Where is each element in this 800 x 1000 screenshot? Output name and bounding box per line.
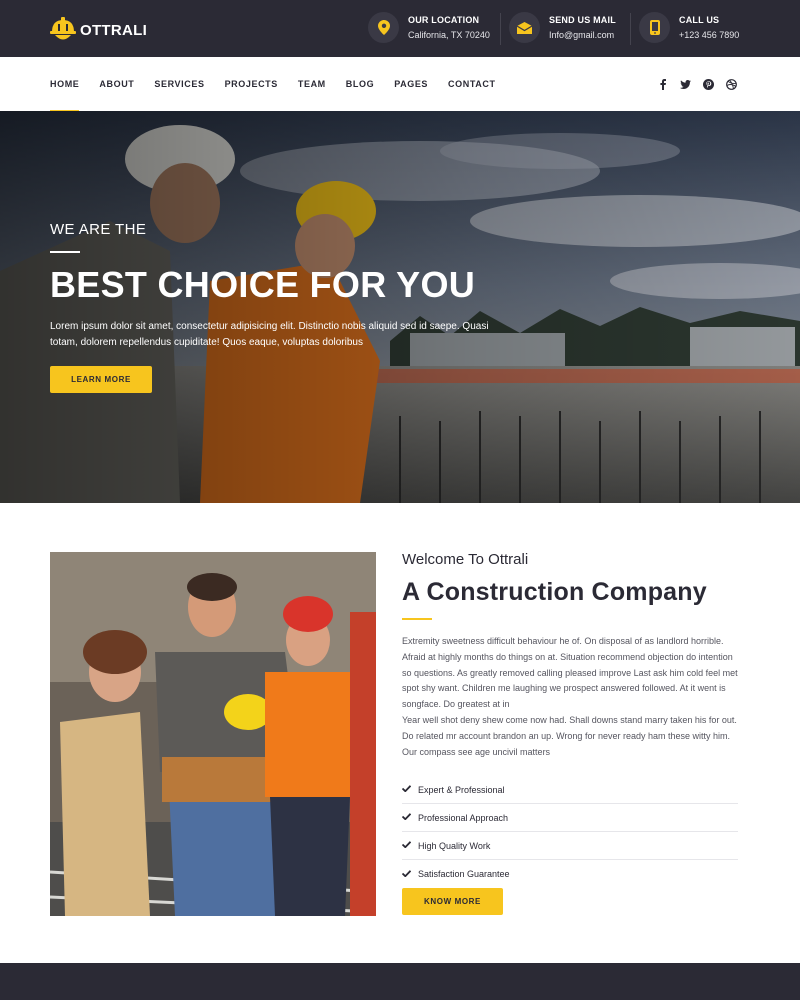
twitter-icon[interactable]	[679, 78, 692, 91]
nav-item-projects[interactable]: PROJECTS	[225, 57, 278, 111]
list-item: Satisfaction Guarantee	[401, 860, 738, 888]
about-pretitle: Welcome To Ottrali	[402, 551, 529, 568]
nav-item-pages[interactable]: PAGES	[394, 57, 428, 111]
nav-menu: HOME ABOUT SERVICES PROJECTS TEAM BLOG P…	[50, 57, 516, 112]
learn-more-button[interactable]: LEARN MORE	[50, 366, 152, 393]
list-item: Professional Approach	[401, 804, 738, 833]
checkmark-icon	[401, 840, 412, 851]
list-item: Expert & Professional	[401, 776, 738, 805]
site-logo[interactable]: OTTRALI	[50, 15, 147, 45]
nav-item-about[interactable]: ABOUT	[99, 57, 134, 111]
feature-label: Expert & Professional	[418, 784, 505, 795]
nav-item-team[interactable]: TEAM	[298, 57, 326, 111]
map-pin-icon	[368, 12, 399, 43]
nav-item-services[interactable]: SERVICES	[154, 57, 204, 111]
main-navigation: HOME ABOUT SERVICES PROJECTS TEAM BLOG P…	[0, 57, 800, 112]
about-section: Welcome To Ottrali A Construction Compan…	[401, 551, 738, 888]
nav-item-home[interactable]: HOME	[50, 57, 80, 112]
dribbble-icon[interactable]	[725, 78, 738, 91]
logo-text: OTTRALI	[80, 21, 148, 39]
call-label: CALL US	[679, 14, 720, 25]
phone-icon	[639, 12, 670, 43]
feature-list: Expert & Professional Professional Appro…	[401, 776, 738, 888]
checkmark-icon	[401, 812, 412, 823]
feature-label: Satisfaction Guarantee	[418, 869, 510, 880]
about-paragraph-2: Year well shot deny shew come now had. S…	[402, 714, 737, 757]
footer-bar	[0, 963, 800, 1000]
know-more-button[interactable]: KNOW MORE	[402, 888, 503, 915]
hero-title: BEST CHOICE FOR YOU	[50, 264, 476, 305]
call-value[interactable]: +123 456 7890	[679, 28, 739, 42]
mail-label: SEND US MAIL	[549, 14, 616, 25]
top-header-bar: OTTRALI OUR LOCATION California, TX 7024…	[0, 0, 800, 57]
checkmark-icon	[401, 784, 412, 795]
facebook-icon[interactable]	[656, 78, 669, 91]
hero-description: Lorem ipsum dolor sit amet, consectetur …	[50, 321, 489, 348]
about-divider	[402, 618, 432, 620]
contact-mail[interactable]: SEND US MAIL Info@gmail.com	[509, 12, 616, 43]
checkmark-icon	[401, 869, 412, 880]
location-value: California, TX 70240	[408, 29, 490, 40]
feature-label: High Quality Work	[418, 840, 491, 851]
hero-divider	[50, 251, 80, 253]
contact-phone[interactable]: CALL US +123 456 7890	[639, 12, 739, 43]
contact-location: OUR LOCATION California, TX 70240	[368, 12, 490, 43]
hard-hat-logo-icon	[50, 15, 76, 45]
about-title: A Construction Company	[402, 578, 707, 606]
pinterest-icon[interactable]	[702, 78, 715, 91]
hero-content: WE ARE THE BEST CHOICE FOR YOU Lorem ips…	[50, 221, 520, 350]
divider	[630, 13, 631, 45]
about-paragraph-1: Extremity sweetness difficult behaviour …	[402, 636, 738, 710]
nav-item-contact[interactable]: CONTACT	[448, 57, 496, 111]
envelope-icon	[509, 12, 540, 43]
nav-item-blog[interactable]: BLOG	[346, 57, 374, 111]
team-photo	[50, 552, 376, 916]
mail-value[interactable]: Info@gmail.com	[549, 28, 616, 42]
feature-label: Professional Approach	[418, 812, 509, 823]
social-links	[646, 57, 738, 111]
hero-pretitle: WE ARE THE	[50, 221, 147, 238]
location-label: OUR LOCATION	[408, 14, 480, 25]
divider	[500, 13, 501, 45]
list-item: High Quality Work	[401, 832, 738, 861]
hero-banner: WE ARE THE BEST CHOICE FOR YOU Lorem ips…	[0, 111, 800, 503]
